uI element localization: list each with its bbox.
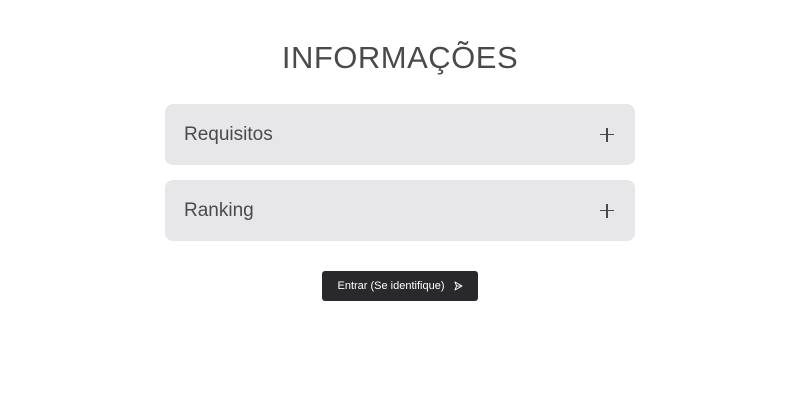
accordion-item-requisitos[interactable]: Requisitos (165, 104, 635, 165)
plus-icon[interactable] (600, 127, 614, 142)
accordion-label: Requisitos (184, 123, 273, 145)
info-accordion: Requisitos Ranking (165, 104, 635, 256)
login-button[interactable]: Entrar (Se identifique) (322, 271, 478, 301)
send-icon (454, 281, 463, 291)
accordion-item-ranking[interactable]: Ranking (165, 180, 635, 241)
plus-icon[interactable] (600, 203, 614, 218)
page-title: INFORMAÇÕES (281, 40, 519, 75)
accordion-label: Ranking (184, 199, 254, 221)
info-page: INFORMAÇÕES Requisitos Ranking Entrar (S… (0, 0, 800, 400)
login-button-label: Entrar (Se identifique) (337, 280, 445, 292)
